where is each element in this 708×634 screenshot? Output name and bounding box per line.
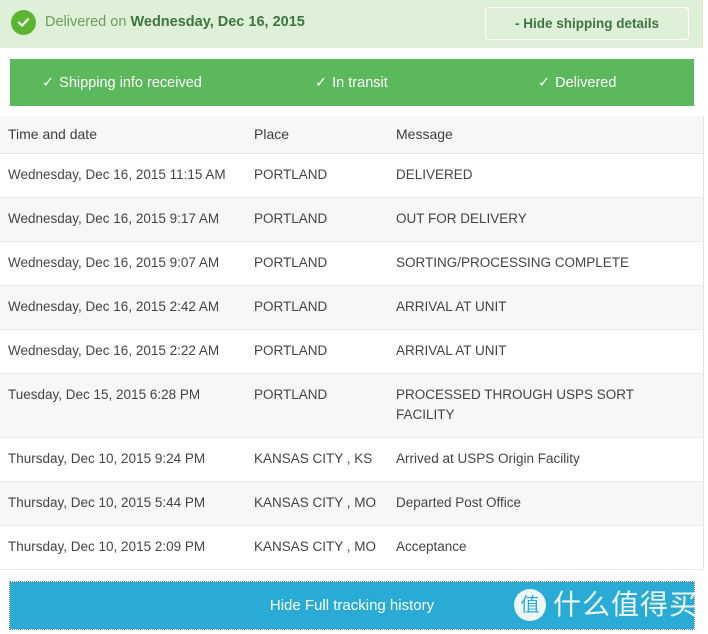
cell-place: PORTLAND	[246, 373, 388, 438]
delivery-status-header: Delivered on Wednesday, Dec 16, 2015 - H…	[0, 0, 703, 48]
cell-message: Departed Post Office	[388, 481, 703, 526]
table-header-row: Time and date Place Message	[0, 116, 703, 154]
cell-message: SORTING/PROCESSING COMPLETE	[388, 241, 703, 286]
cell-time: Wednesday, Dec 16, 2015 2:42 AM	[0, 285, 246, 330]
cell-message: ARRIVAL AT UNIT	[388, 285, 703, 330]
cell-place: KANSAS CITY , MO	[246, 481, 388, 526]
watermark-logo-icon: 值	[513, 589, 546, 621]
check-mark-icon: ✓	[315, 74, 328, 91]
table-row: Wednesday, Dec 16, 2015 9:07 AM PORTLAND…	[0, 241, 703, 286]
delivery-status-date: Wednesday, Dec 16, 2015	[130, 14, 305, 30]
check-mark-icon: ✓	[538, 74, 551, 91]
cell-time: Thursday, Dec 10, 2015 2:09 PM	[0, 525, 246, 570]
check-mark-icon: ✓	[42, 74, 55, 91]
cell-place: KANSAS CITY , MO	[246, 525, 388, 570]
cell-time: Wednesday, Dec 16, 2015 11:15 AM	[0, 153, 246, 198]
cell-message: Acceptance	[388, 525, 703, 570]
hide-shipping-details-button[interactable]: - Hide shipping details	[485, 7, 689, 40]
tracking-history-table: Time and date Place Message Wednesday, D…	[0, 116, 704, 570]
cell-message: PROCESSED THROUGH USPS SORT FACILITY	[388, 373, 703, 438]
watermark-text: 什么值得买	[552, 588, 698, 621]
table-row: Thursday, Dec 10, 2015 2:09 PM KANSAS CI…	[0, 525, 703, 570]
progress-step-shipping-info-received: ✓ Shipping info received	[42, 75, 202, 91]
table-row: Thursday, Dec 10, 2015 9:24 PM KANSAS CI…	[0, 437, 703, 482]
progress-step-in-transit: ✓ In transit	[315, 75, 388, 91]
cell-place: PORTLAND	[246, 285, 388, 330]
cell-time: Wednesday, Dec 16, 2015 2:22 AM	[0, 329, 246, 374]
table-row: Thursday, Dec 10, 2015 5:44 PM KANSAS CI…	[0, 481, 703, 526]
progress-step-label: Delivered	[555, 74, 617, 91]
cell-message: ARRIVAL AT UNIT	[388, 329, 703, 374]
progress-step-delivered: ✓ Delivered	[538, 75, 616, 91]
table-row: Tuesday, Dec 15, 2015 6:28 PM PORTLAND P…	[0, 373, 703, 438]
delivery-status-group: Delivered on Wednesday, Dec 16, 2015	[11, 10, 305, 35]
cell-time: Wednesday, Dec 16, 2015 9:17 AM	[0, 197, 246, 242]
table-body: Wednesday, Dec 16, 2015 11:15 AM PORTLAN…	[0, 153, 703, 570]
column-header-time-and-date: Time and date	[0, 116, 246, 154]
table-row: Wednesday, Dec 16, 2015 2:42 AM PORTLAND…	[0, 285, 703, 330]
table-header: Time and date Place Message	[0, 116, 703, 154]
cell-message: DELIVERED	[388, 153, 703, 198]
cell-message: OUT FOR DELIVERY	[388, 197, 703, 242]
progress-step-label: Shipping info received	[59, 74, 202, 91]
cell-place: PORTLAND	[246, 153, 388, 198]
hide-full-tracking-history-button[interactable]: Hide Full tracking history 值 什么值得买	[9, 581, 697, 630]
table-row: Wednesday, Dec 16, 2015 2:22 AM PORTLAND…	[0, 329, 703, 374]
check-circle-icon	[11, 10, 36, 35]
cell-time: Thursday, Dec 10, 2015 5:44 PM	[0, 481, 246, 526]
cell-message: Arrived at USPS Origin Facility	[388, 437, 703, 482]
cell-place: KANSAS CITY , KS	[246, 437, 388, 482]
cell-time: Wednesday, Dec 16, 2015 9:07 AM	[0, 241, 246, 286]
column-header-place: Place	[246, 116, 388, 154]
site-watermark: 值 什么值得买	[513, 588, 698, 621]
shipping-progress-bar: ✓ Shipping info received ✓ In transit ✓ Del…	[10, 59, 694, 106]
cell-place: PORTLAND	[246, 241, 388, 286]
cell-time: Tuesday, Dec 15, 2015 6:28 PM	[0, 373, 246, 438]
cell-time: Thursday, Dec 10, 2015 9:24 PM	[0, 437, 246, 482]
table-row: Wednesday, Dec 16, 2015 9:17 AM PORTLAND…	[0, 197, 703, 242]
cell-place: PORTLAND	[246, 197, 388, 242]
table-row: Wednesday, Dec 16, 2015 11:15 AM PORTLAN…	[0, 153, 703, 198]
column-header-message: Message	[388, 116, 703, 154]
progress-step-label: In transit	[332, 74, 388, 91]
delivery-status-text: Delivered on Wednesday, Dec 16, 2015	[45, 10, 305, 35]
cell-place: PORTLAND	[246, 329, 388, 374]
delivery-status-prefix: Delivered on	[45, 14, 127, 30]
